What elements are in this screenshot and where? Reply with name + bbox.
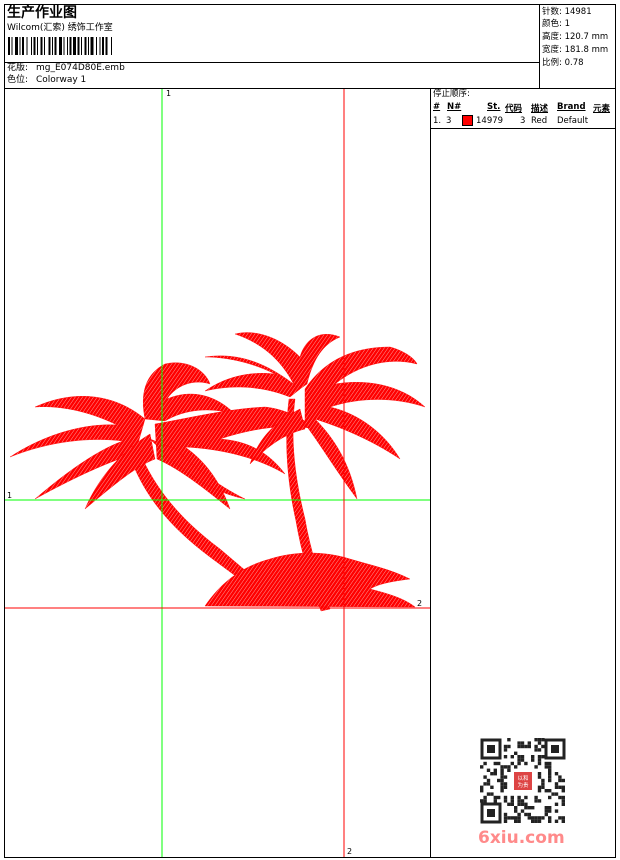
row-index: 1. <box>433 116 442 126</box>
row-stitches: 14979 <box>476 116 504 126</box>
colorway-name: Colorway 1 <box>36 75 87 85</box>
design-label: 花版: <box>7 63 29 73</box>
stop-sequence-heading: 停止顺序: <box>433 89 470 99</box>
col-needle: N# <box>447 102 462 112</box>
svg-text:以和: 以和 <box>517 774 528 782</box>
design-canvas <box>5 89 430 857</box>
col-stitches: St. <box>487 102 501 112</box>
stat-height: 高度: 120.7 mm <box>542 32 609 42</box>
company-name: Wilcom(汇索) 绣饰工作室 <box>7 23 113 33</box>
green-vertical-guide-label: 1 <box>166 89 172 98</box>
row-description: Red <box>531 116 548 126</box>
design-file-name: mg_E074D80E.emb <box>36 63 125 73</box>
panel-divider <box>430 88 431 858</box>
qr-code: 以和 为贵 <box>480 738 566 824</box>
watermark-text: 6xiu.com <box>478 828 565 848</box>
palm-tree-design <box>9 332 426 612</box>
col-code: 代码 <box>505 104 523 114</box>
row-code: 3 <box>520 116 526 126</box>
col-hash: # <box>433 102 441 112</box>
red-horizontal-guide-label: 2 <box>417 599 423 608</box>
colorway-label: 色位: <box>7 75 29 85</box>
color-swatch <box>462 115 473 126</box>
page-title: 生产作业图 <box>7 5 77 21</box>
red-vertical-guide-label: 2 <box>347 847 353 856</box>
stat-colors: 颜色: 1 <box>542 19 570 29</box>
stat-width: 宽度: 181.8 mm <box>542 45 609 55</box>
col-description: 描述 <box>531 104 549 114</box>
stop-table-bottom <box>430 128 616 129</box>
stat-scale: 比例: 0.78 <box>542 58 584 68</box>
barcode <box>8 37 112 55</box>
row-brand: Default <box>557 116 589 126</box>
col-element: 元素 <box>593 104 611 114</box>
seal-stamp: 以和 为贵 <box>512 770 534 792</box>
row-needle: 3 <box>446 116 452 126</box>
col-brand: Brand <box>557 102 586 112</box>
stat-stitches: 针数: 14981 <box>542 7 592 17</box>
stats-divider <box>539 4 540 88</box>
green-horizontal-guide-label: 1 <box>7 491 13 500</box>
svg-text:为贵: 为贵 <box>517 781 529 789</box>
